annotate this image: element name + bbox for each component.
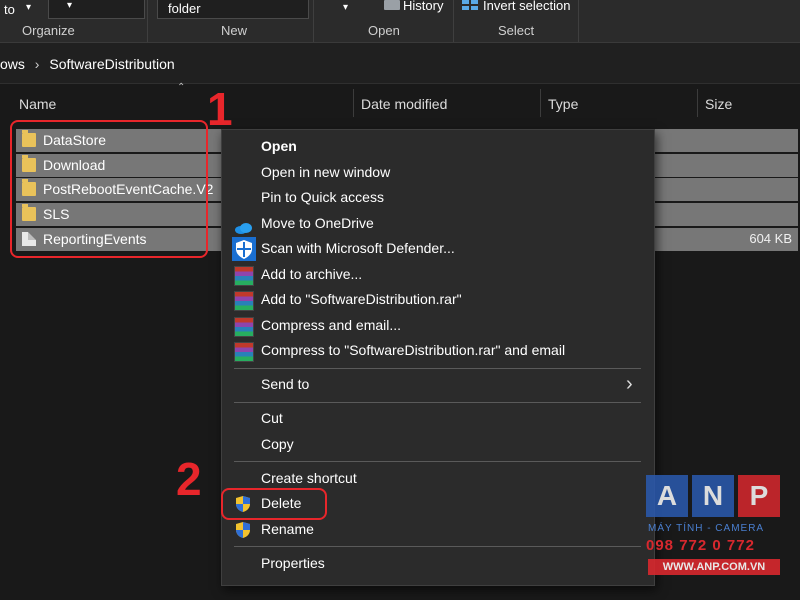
menu-item-label: Copy <box>261 436 294 452</box>
new-folder-button[interactable]: folder <box>157 0 309 19</box>
menu-item-label: Move to OneDrive <box>261 215 374 231</box>
column-date-modified[interactable]: Date modified <box>361 96 447 112</box>
menu-item-copy[interactable]: Copy <box>222 433 654 458</box>
column-divider[interactable] <box>353 89 354 117</box>
group-label-select: Select <box>498 23 535 38</box>
menu-item-move-to-onedrive[interactable]: Move to OneDrive <box>222 212 654 237</box>
menu-item-label: Send to <box>261 376 310 392</box>
watermark-letter: P <box>738 475 780 517</box>
menu-item-add-to-rar[interactable]: Add to "SoftwareDistribution.rar" <box>222 288 654 313</box>
invert-selection-button[interactable]: Invert selection <box>483 0 570 13</box>
group-label-new: New <box>221 23 248 38</box>
annotation-step-1: 1 <box>207 83 233 135</box>
invert-selection-icon <box>462 0 478 10</box>
column-divider[interactable] <box>540 89 541 117</box>
winrar-icon <box>234 317 254 337</box>
group-label-open: Open <box>368 23 400 38</box>
menu-item-label: Pin to Quick access <box>261 189 384 205</box>
sort-ascending-icon: ⌃ <box>177 82 186 93</box>
menu-item-label: Add to archive... <box>261 266 363 282</box>
menu-item-rename[interactable]: Rename <box>222 518 654 543</box>
winrar-icon <box>234 291 254 311</box>
menu-item-label: Compress to "SoftwareDistribution.rar" a… <box>261 342 566 358</box>
watermark-website: WWW.ANP.COM.VN <box>648 559 780 575</box>
menu-item-label: Open in new window <box>261 164 391 180</box>
menu-item-compress-rar-email[interactable]: Compress to "SoftwareDistribution.rar" a… <box>222 339 654 364</box>
menu-item-send-to[interactable]: Send to › <box>222 373 654 398</box>
menu-separator <box>234 461 641 462</box>
column-size[interactable]: Size <box>705 96 732 112</box>
history-icon <box>384 0 400 10</box>
ribbon-divider <box>453 0 454 42</box>
menu-item-label: Cut <box>261 410 283 426</box>
menu-separator <box>234 402 641 403</box>
file-size: 604 KB <box>749 231 792 246</box>
menu-item-open-new-window[interactable]: Open in new window <box>222 161 654 186</box>
ribbon-divider <box>578 0 579 42</box>
menu-item-pin-quick-access[interactable]: Pin to Quick access <box>222 186 654 211</box>
column-name[interactable]: Name <box>19 96 56 112</box>
onedrive-cloud-icon <box>235 223 252 234</box>
ribbon-to-label[interactable]: to <box>4 2 15 17</box>
defender-shield-icon <box>232 237 256 261</box>
uac-shield-icon <box>236 522 250 538</box>
menu-item-label: Compress and email... <box>261 317 402 333</box>
breadcrumb-separator-icon: › <box>34 56 40 72</box>
menu-item-compress-email[interactable]: Compress and email... <box>222 314 654 339</box>
column-header: ⌃ Name Date modified Type Size <box>0 82 800 120</box>
menu-separator <box>234 368 641 369</box>
menu-separator <box>234 546 641 547</box>
menu-item-label: Add to "SoftwareDistribution.rar" <box>261 291 462 307</box>
ribbon-dropdown[interactable]: ▾ <box>48 0 145 19</box>
menu-item-add-to-archive[interactable]: Add to archive... <box>222 263 654 288</box>
annotation-box-delete <box>221 488 327 520</box>
watermark-tagline: MÁY TÍNH - CAMERA <box>648 523 765 534</box>
annotation-step-2: 2 <box>176 453 202 505</box>
breadcrumb: ows › SoftwareDistribution <box>0 56 175 72</box>
menu-item-label: Properties <box>261 555 325 571</box>
breadcrumb-item-current[interactable]: SoftwareDistribution <box>49 56 174 72</box>
annotation-box-selection <box>10 120 208 258</box>
winrar-icon <box>234 266 254 286</box>
anp-watermark-logo: A N P MÁY TÍNH - CAMERA 098 772 0 772 WW… <box>646 475 780 579</box>
chevron-right-icon: › <box>626 373 633 395</box>
menu-item-open[interactable]: Open <box>222 135 654 160</box>
chevron-down-icon[interactable]: ▾ <box>26 2 31 13</box>
menu-item-cut[interactable]: Cut <box>222 407 654 432</box>
menu-item-label: Open <box>261 138 297 154</box>
new-folder-label: folder <box>168 1 201 16</box>
ribbon-divider <box>147 0 148 42</box>
menu-item-properties[interactable]: Properties <box>222 552 654 577</box>
menu-item-scan-defender[interactable]: Scan with Microsoft Defender... <box>222 237 654 262</box>
column-type[interactable]: Type <box>548 96 578 112</box>
watermark-phone: 098 772 0 772 <box>646 537 755 554</box>
breadcrumb-item[interactable]: ows <box>0 56 25 72</box>
watermark-letter: A <box>646 475 688 517</box>
winrar-icon <box>234 342 254 362</box>
column-divider[interactable] <box>697 89 698 117</box>
chevron-down-icon[interactable]: ▾ <box>343 2 348 13</box>
menu-item-label: Create shortcut <box>261 470 357 486</box>
menu-item-label: Rename <box>261 521 314 537</box>
history-button[interactable]: History <box>403 0 443 13</box>
ribbon: to ▾ ▾ folder ▾ History Invert selection… <box>0 0 800 43</box>
address-bar[interactable]: ows › SoftwareDistribution <box>0 43 800 84</box>
chevron-down-icon: ▾ <box>67 0 73 11</box>
group-label-organize: Organize <box>22 23 75 38</box>
menu-item-label: Scan with Microsoft Defender... <box>261 240 455 256</box>
ribbon-divider <box>313 0 314 42</box>
watermark-letter: N <box>692 475 734 517</box>
